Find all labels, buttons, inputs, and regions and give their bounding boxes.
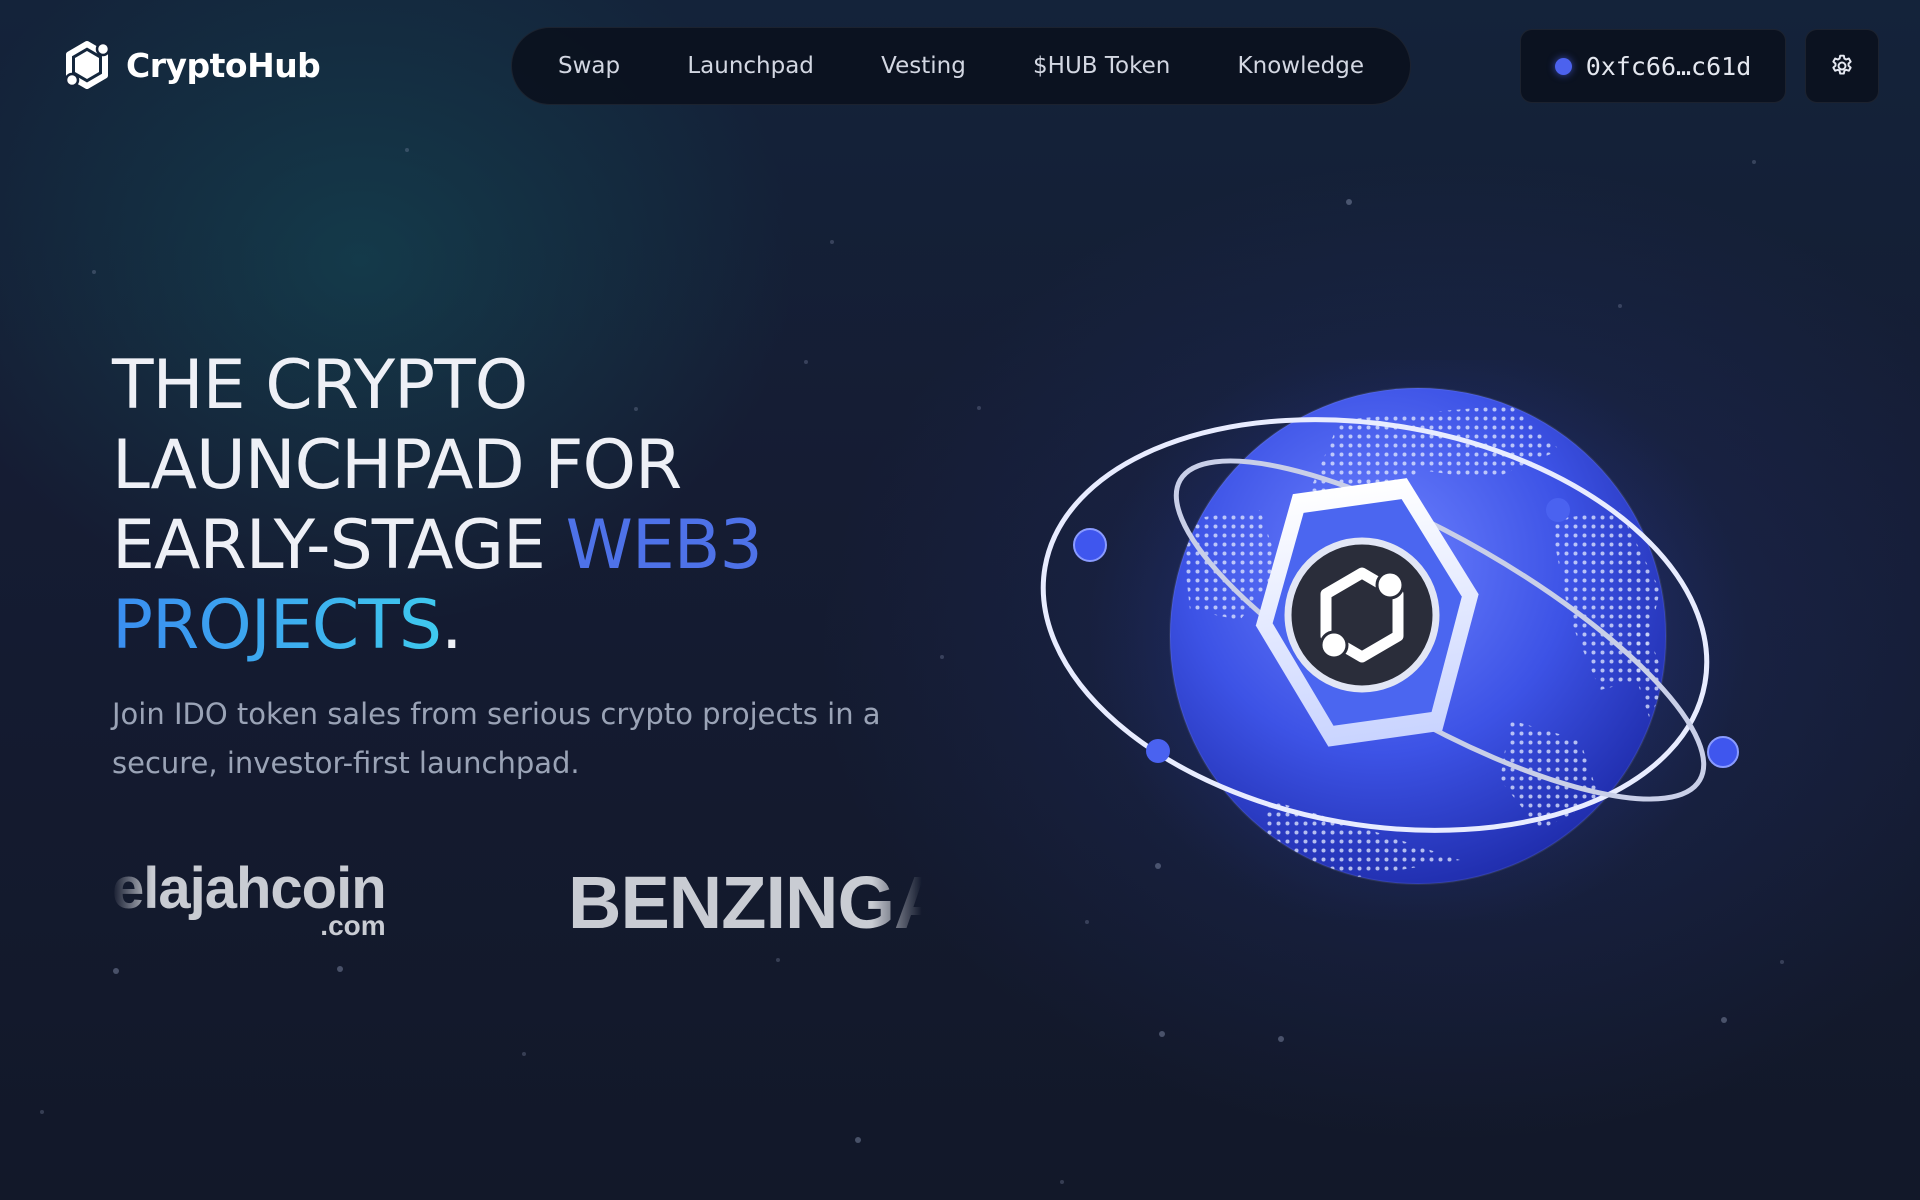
nav-knowledge[interactable]: Knowledge — [1238, 53, 1364, 79]
wallet-status-dot — [1554, 57, 1572, 75]
hero-title-projects: PROJECTS — [112, 586, 442, 665]
globe-illustration — [1040, 336, 1760, 936]
settings-button[interactable] — [1805, 29, 1879, 103]
nav-hub-token[interactable]: $HUB Token — [1033, 53, 1170, 79]
wallet-button[interactable]: 0xfc66…c61d — [1520, 29, 1786, 103]
partner-logo-elajahcoin[interactable]: elajahcoin .com — [112, 860, 387, 940]
hero-title-line-1: THE CRYPTO — [112, 346, 528, 425]
brand-logo[interactable]: CryptoHub — [60, 38, 321, 92]
globe-icon — [1040, 336, 1748, 936]
nav-swap[interactable]: Swap — [558, 53, 620, 79]
hero-title-period: . — [440, 586, 463, 665]
hero-title-line-3: EARLY-STAGE WEB3 — [112, 506, 763, 586]
hero-title-line-4: PROJECTS. — [112, 586, 762, 666]
hero-title-line-3-plain: EARLY-STAGE — [112, 506, 566, 585]
hero-subtitle: Join IDO token sales from serious crypto… — [112, 697, 881, 780]
gear-icon — [1832, 54, 1852, 75]
nav-vesting[interactable]: Vesting — [881, 53, 966, 79]
hero-title-web3: WEB3 — [565, 506, 763, 585]
nav-launchpad[interactable]: Launchpad — [687, 53, 814, 79]
main-nav: Swap Launchpad Vesting $HUB Token Knowle… — [511, 27, 1411, 105]
wallet-address: 0xfc66…c61d — [1585, 51, 1752, 81]
brand-name: CryptoHub — [126, 45, 321, 85]
partner-logo-benzinga[interactable]: BENZINGA — [568, 860, 922, 945]
hero-title: THE CRYPTO LAUNCHPAD FOR EARLY-STAGE WEB… — [112, 346, 763, 666]
cryptohub-logo-icon — [64, 41, 111, 89]
hero-title-line-2: LAUNCHPAD FOR — [112, 426, 682, 505]
partner-logos: elajahcoin .com BENZINGA — [112, 850, 922, 960]
